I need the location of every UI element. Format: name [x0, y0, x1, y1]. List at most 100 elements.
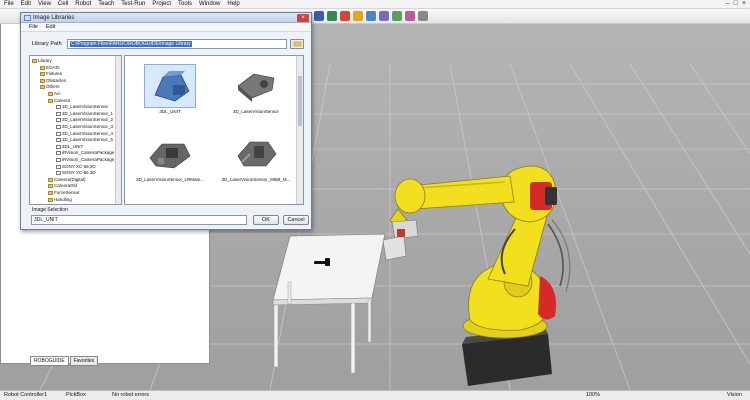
dialog-close-icon[interactable]: × [297, 14, 309, 22]
folder-icon [48, 177, 53, 182]
status-controller[interactable]: Robot Controller1 [4, 392, 47, 398]
library-path-input[interactable]: C:\Program Files\FANUC\ROBOGUIDE\Image L… [67, 39, 287, 49]
thumbnail-item[interactable]: 3D_LaserVisionSensor_M6iB_M... [215, 132, 297, 182]
thumbnail-item[interactable]: 3D_LaserVisionSensor [215, 64, 297, 114]
tree-node-label: 3D_LaserVisionSensor_4 [62, 130, 113, 136]
tree-node-label: Obstacles [46, 77, 67, 83]
side-panel-tabs: ROBOGUIDE Favorites [30, 356, 99, 366]
status-vision: Vision [727, 392, 742, 398]
tree-node[interactable]: Arc [48, 91, 61, 97]
thumbnail-item[interactable]: 3D_LaserVisionSensor_LRMate... [129, 132, 211, 182]
tree-node-label: Handling [54, 196, 72, 202]
menu-view[interactable]: View [38, 1, 51, 7]
tree-node-label: SONY XC-56 3D [62, 170, 96, 176]
tree-node[interactable]: 3D_LaserVisionSensor_3 [56, 124, 113, 130]
tree-node[interactable]: 3D_LaserVisionSensor_1 [56, 111, 113, 117]
menu-tools[interactable]: Tools [178, 1, 192, 7]
settings-icon[interactable] [418, 11, 428, 21]
tree-node-label: Fixtures [46, 71, 63, 77]
thumbnail-label: 3D_LaserVisionSensor_LRMate... [136, 177, 204, 182]
close-icon[interactable]: × [742, 0, 746, 7]
zoom-icon[interactable] [379, 11, 389, 21]
menu-help[interactable]: Help [227, 1, 239, 7]
menu-project[interactable]: Project [152, 1, 171, 7]
menu-test-run[interactable]: Test-Run [121, 1, 145, 7]
tree-node[interactable]: EOATs [40, 65, 60, 71]
minimize-icon[interactable]: – [726, 0, 730, 7]
laser-sensor-m6ib-model-icon [237, 141, 277, 167]
tree-node-label: Camera(Digital) [54, 176, 86, 182]
tree-node[interactable]: Obstacles [40, 78, 66, 84]
tree-node[interactable]: Camera(Digital) [48, 177, 86, 183]
folder-icon [40, 65, 45, 70]
fit-view-icon[interactable] [392, 11, 402, 21]
tree-node[interactable]: ForceSensor [48, 190, 80, 196]
camera-view-icon[interactable] [366, 11, 376, 21]
browse-folder-button[interactable] [290, 39, 304, 49]
main-menu-bar: File Edit View Cell Robot Teach Test-Run… [0, 0, 750, 9]
dialog-title-bar[interactable]: Image Libraries [21, 13, 311, 23]
tree-node-label: ForceSensor [54, 190, 80, 195]
menu-teach[interactable]: Teach [98, 1, 114, 7]
tree-node[interactable]: 3D_LaserVisionSensor [56, 104, 108, 110]
tree-node-label: CameraOld [54, 183, 78, 189]
thumbnail-image [144, 64, 196, 108]
measure-icon[interactable] [405, 11, 415, 21]
menu-edit[interactable]: Edit [21, 1, 31, 7]
window-controls: – □ × [726, 0, 746, 7]
menu-robot[interactable]: Robot [75, 1, 91, 7]
ok-button[interactable]: OK [253, 215, 279, 225]
tree-scrollbar[interactable] [115, 56, 121, 204]
tree-node[interactable]: SONY XC-56 3D [56, 170, 96, 176]
tree-node[interactable]: iRVision_CameraPackage [56, 150, 114, 156]
thumbnail-label: 3D_LaserVisionSensor_M6iB_M... [221, 177, 291, 182]
status-program[interactable]: PickBox [66, 392, 86, 398]
thumbnail-item[interactable]: 3DL_UNIT [129, 64, 211, 114]
tree-node[interactable]: Others [40, 84, 60, 90]
maximize-icon[interactable]: □ [734, 0, 738, 7]
thumbnail-label: 3D_LaserVisionSensor [233, 109, 279, 114]
thumbnail-grid[interactable]: 3DL_UNIT 3D_LaserVisionSensor 3D_LaserVi… [124, 55, 304, 205]
tree-node-label: 3D_LaserVisionSensor_3 [62, 124, 113, 129]
file-icon [56, 111, 61, 116]
run-icon[interactable] [353, 11, 363, 21]
tree-node[interactable]: CameraOld [48, 183, 77, 189]
dialog-menu-edit[interactable]: Edit [46, 24, 55, 30]
file-icon [56, 144, 61, 149]
file-icon [56, 171, 61, 176]
folder-icon [32, 59, 37, 63]
scrollbar-thumb[interactable] [298, 76, 302, 126]
thumbnail-scrollbar[interactable] [296, 56, 303, 204]
folder-icon [40, 85, 45, 90]
laser-sensor-model-icon [237, 73, 275, 102]
tree-node[interactable]: Camera [48, 98, 70, 104]
tree-node[interactable]: Fixtures [40, 71, 62, 77]
folder-icon [40, 78, 45, 83]
menu-file[interactable]: File [4, 1, 14, 7]
move-tool-icon[interactable] [327, 11, 337, 21]
thumbnail-image [144, 132, 196, 176]
tree-node[interactable]: 3D_LaserVisionSensor_5 [56, 137, 113, 143]
file-icon [56, 125, 61, 129]
tree-node[interactable]: Handling [48, 197, 72, 203]
menu-cell[interactable]: Cell [58, 1, 68, 7]
image-selection-input[interactable]: 3DL_UNIT [31, 215, 247, 225]
3dl-unit-model-icon [154, 71, 190, 102]
tree-node[interactable]: Library [32, 58, 52, 64]
tree-node[interactable]: 3D_LaserVisionSensor_4 [56, 131, 113, 137]
file-icon [56, 131, 61, 136]
library-tree[interactable]: Library EOATs Fixtures Obstacles Others Arc Ca… [29, 55, 122, 205]
tree-node-label: 3D_LaserVisionSensor [62, 104, 108, 110]
file-icon [56, 158, 61, 162]
tree-node[interactable]: iRVision_CameraPackage_2 [56, 157, 119, 163]
tab-roboguide[interactable]: ROBOGUIDE [30, 356, 69, 366]
cancel-button[interactable]: Cancel [283, 215, 309, 225]
tree-node[interactable]: SONY XC-56 2D [56, 164, 96, 170]
tree-node[interactable]: 3D_LaserVisionSensor_2 [56, 117, 113, 123]
record-icon[interactable] [340, 11, 350, 21]
menu-window[interactable]: Window [199, 1, 220, 7]
select-tool-icon[interactable] [314, 11, 324, 21]
tree-node[interactable]: 3DL_UNIT [56, 144, 83, 150]
dialog-menu-file[interactable]: File [29, 24, 38, 30]
tab-favorites[interactable]: Favorites [69, 356, 99, 366]
